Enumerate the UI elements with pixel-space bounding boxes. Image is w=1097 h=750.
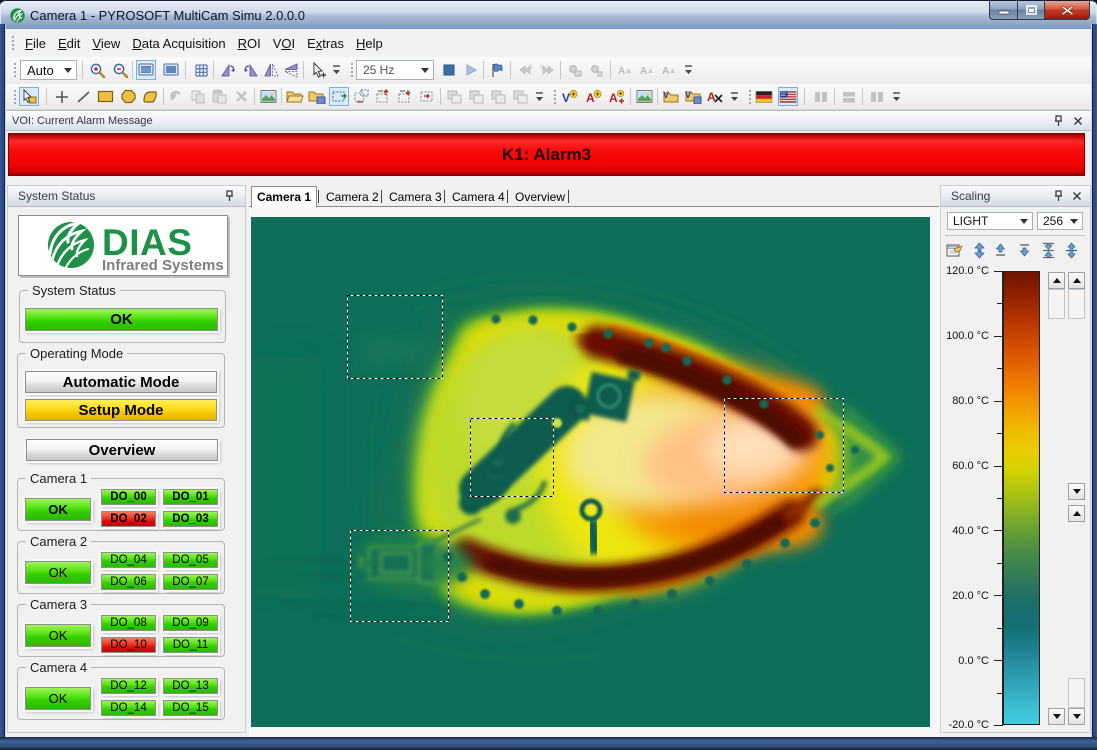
svg-text:V: V [663, 90, 669, 100]
svg-text:A: A [662, 66, 669, 77]
svg-text:V: V [562, 91, 570, 105]
svg-text:A: A [618, 66, 625, 77]
svg-text:A: A [707, 90, 716, 104]
svg-text:Infrared Systems: Infrared Systems [102, 257, 224, 274]
svg-text:A: A [640, 66, 647, 77]
svg-text:V: V [685, 90, 691, 100]
svg-text:A: A [586, 91, 595, 105]
svg-text:0: 0 [529, 65, 533, 71]
svg-text:A: A [609, 91, 618, 105]
